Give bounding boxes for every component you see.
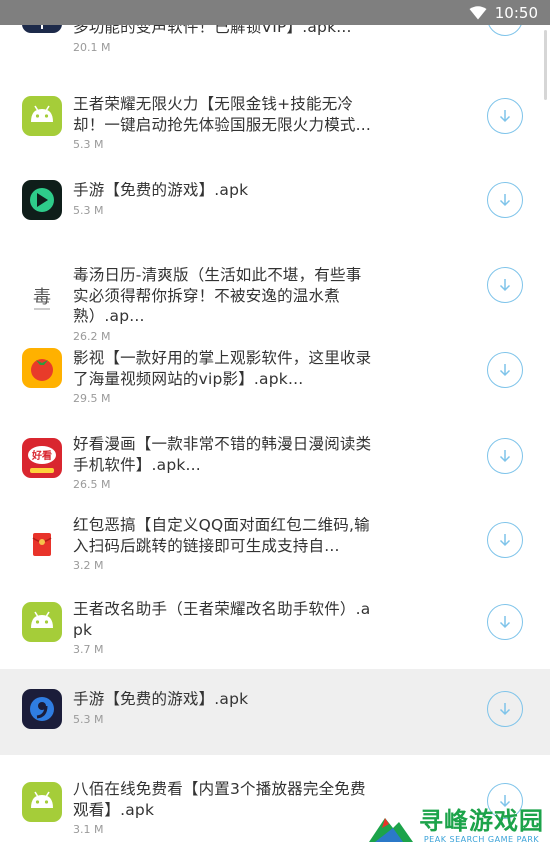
list-item[interactable]: 手游【免费的游戏】.apk 5.3 M (0, 669, 550, 755)
wifi-icon (469, 5, 487, 19)
calendar-icon: 毒 (22, 279, 62, 319)
android-icon (22, 96, 62, 136)
list-item-text: 八佰在线免费看【内置3个播放器完全免费观看】.apk 3.1 M (73, 779, 373, 836)
list-item-text: 王者改名助手（王者荣耀改名助手软件）.apk 3.7 M (73, 599, 373, 656)
app-size: 26.2 M (73, 329, 111, 343)
watermark-name: 寻峰游戏园 (419, 807, 544, 835)
watermark-sub: PEAK SEARCH GAME PARK (423, 835, 540, 844)
watermark-text: 寻峰游戏园 PEAK SEARCH GAME PARK (419, 807, 544, 844)
list-item-text: 王者荣耀无限火力【无限金钱+技能无冷却！一键启动抢先体验国服无限火力模式... … (73, 94, 373, 151)
app-title: 毒汤日历-清爽版（生活如此不堪，有些事实必须得帮你拆穿！不被安逸的温水煮熟）.a… (73, 266, 362, 325)
status-indicators: 10:50 (469, 0, 538, 25)
download-arrow-icon (499, 534, 511, 547)
mountain-logo-icon (369, 818, 413, 842)
app-title: 红包恶搞【自定义QQ面对面红包二维码,输入扫码后跳转的链接即可生成支持自... (73, 516, 370, 555)
app-size: 26.5 M (73, 478, 111, 491)
download-arrow-icon (499, 364, 511, 377)
app-size: 3.1 M (73, 823, 104, 836)
scrollbar[interactable] (544, 30, 547, 100)
download-button[interactable] (487, 182, 523, 218)
download-button[interactable] (487, 604, 523, 640)
list-item[interactable]: 毒 毒汤日历-清爽版（生活如此不堪，有些事实必须得帮你拆穿！不被安逸的温水煮熟）… (0, 259, 550, 343)
app-size: 3.7 M (73, 643, 104, 656)
download-arrow-icon (499, 194, 511, 207)
download-arrow-icon (499, 279, 511, 292)
svg-text:毒: 毒 (33, 287, 51, 308)
app-size: 5.3 M (73, 138, 104, 151)
list-item-text: 手游【免费的游戏】.apk 5.3 M (73, 689, 373, 726)
list-item[interactable]: 影视【一款好用的掌上观影软件，这里收录了海量视频网站的vip影】.apk... … (0, 343, 550, 428)
app-title: 王者改名助手（王者荣耀改名助手软件）.apk (73, 600, 371, 639)
app-title: 好看漫画【一款非常不错的韩漫日漫阅读类手机软件】.apk... (73, 435, 372, 474)
app-title: 八佰在线免费看【内置3个播放器完全免费观看】.apk (73, 780, 366, 819)
list-item[interactable]: 手游【免费的游戏】.apk 5.3 M (0, 173, 550, 259)
app-title: 手游【免费的游戏】.apk (73, 181, 249, 199)
app-size: 20.1 M (73, 40, 111, 54)
list-item[interactable]: 王者改名助手（王者荣耀改名助手软件）.apk 3.7 M (0, 596, 550, 669)
android-icon (22, 602, 62, 642)
app-size: 5.3 M (73, 203, 104, 217)
comic-icon: 好看 (22, 438, 62, 478)
download-arrow-icon (499, 703, 511, 716)
download-button[interactable] (487, 267, 523, 303)
download-arrow-icon (499, 450, 511, 463)
app-size: 29.5 M (73, 392, 111, 405)
blue-nine-icon (22, 689, 62, 729)
app-title: 手游【免费的游戏】.apk (73, 690, 249, 708)
list-item[interactable]: 王者荣耀无限火力【无限金钱+技能无冷却！一键启动抢先体验国服无限火力模式... … (0, 91, 550, 173)
list-item-text: 手游【免费的游戏】.apk 5.3 M (73, 180, 373, 217)
download-button[interactable] (487, 691, 523, 727)
game-circle-icon (22, 180, 62, 220)
download-arrow-icon (499, 110, 511, 123)
list-item-text: 红包恶搞【自定义QQ面对面红包二维码,输入扫码后跳转的链接即可生成支持自... … (73, 515, 373, 572)
app-title: 王者荣耀无限火力【无限金钱+技能无冷却！一键启动抢先体验国服无限火力模式... (73, 95, 371, 134)
watermark: 寻峰游戏园 PEAK SEARCH GAME PARK (367, 807, 544, 844)
tomato-video-icon (22, 348, 62, 388)
download-arrow-icon (499, 616, 511, 629)
download-button[interactable] (487, 352, 523, 388)
app-size: 3.2 M (73, 559, 104, 572)
list-item[interactable]: 好看 好看漫画【一款非常不错的韩漫日漫阅读类手机软件】.apk... 26.5 … (0, 428, 550, 505)
app-size: 5.3 M (73, 712, 104, 726)
download-button[interactable] (487, 98, 523, 134)
status-bar: 10:50 (0, 0, 550, 25)
app-title: 影视【一款好用的掌上观影软件，这里收录了海量视频网站的vip影】.apk... (73, 349, 372, 388)
list-item-text: 毒汤日历-清爽版（生活如此不堪，有些事实必须得帮你拆穿！不被安逸的温水煮熟）.a… (73, 265, 373, 343)
download-button[interactable] (487, 438, 523, 474)
list-item-text: 好看漫画【一款非常不错的韩漫日漫阅读类手机软件】.apk... 26.5 M (73, 434, 373, 491)
android-icon (22, 782, 62, 822)
svg-text:好看: 好看 (31, 449, 52, 462)
app-list: 多功能的变声软件！已解锁VIP】.apk... 20.1 M 王者荣耀无限火力【… (0, 0, 550, 845)
list-item-text: 影视【一款好用的掌上观影软件，这里收录了海量视频网站的vip影】.apk... … (73, 348, 373, 405)
list-item[interactable]: 红包恶搞【自定义QQ面对面红包二维码,输入扫码后跳转的链接即可生成支持自... … (0, 505, 550, 596)
red-envelope-icon (22, 524, 62, 564)
status-time: 10:50 (494, 3, 538, 22)
download-button[interactable] (487, 522, 523, 558)
